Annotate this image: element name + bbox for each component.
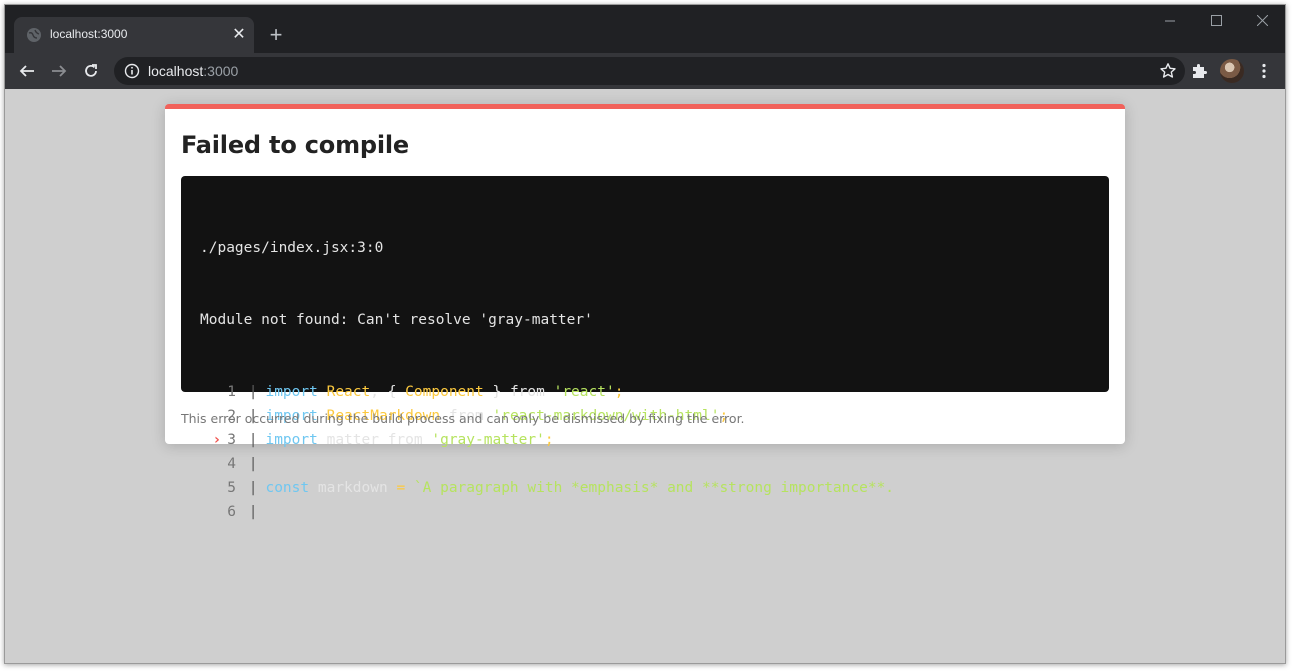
back-button[interactable] xyxy=(13,57,41,85)
profile-avatar[interactable] xyxy=(1220,59,1244,83)
gutter-separator: | xyxy=(240,456,258,472)
close-icon xyxy=(1256,14,1268,26)
gutter-separator: | xyxy=(240,384,258,400)
error-message: Module not found: Can't resolve 'gray-ma… xyxy=(200,312,593,328)
code-token: const xyxy=(265,480,310,496)
menu-button[interactable] xyxy=(1250,57,1278,85)
line-number: 5 xyxy=(200,476,240,500)
line-number: 6 xyxy=(200,500,240,524)
bookmark-star-icon[interactable] xyxy=(1159,62,1177,80)
forward-button[interactable] xyxy=(45,57,73,85)
globe-icon xyxy=(27,28,41,42)
line-number: 1 xyxy=(200,380,240,404)
gutter-separator: | xyxy=(240,480,258,496)
code-line: › 3 | import matter from 'gray-matter'; xyxy=(200,428,1090,452)
code-line: 4 | xyxy=(200,452,1090,476)
close-window-button[interactable] xyxy=(1239,5,1285,35)
error-title: Failed to compile xyxy=(181,131,409,159)
tab-strip: localhost:3000 ✕ + xyxy=(5,5,1285,53)
code-line: 1 | import React, { Component } from 'rea… xyxy=(200,380,1090,404)
error-line-marker-icon: › xyxy=(212,432,222,448)
line-number-value: 3 xyxy=(227,432,236,448)
code-token: } from xyxy=(483,384,554,400)
code-token: 'gray-matter' xyxy=(431,432,545,448)
address-port: :3000 xyxy=(203,63,239,79)
error-file-path: ./pages/index.jsx:3:0 xyxy=(200,240,384,256)
info-icon[interactable] xyxy=(124,63,140,79)
minimize-icon xyxy=(1164,20,1175,21)
code-token: React xyxy=(326,384,371,400)
puzzle-piece-icon xyxy=(1193,64,1207,78)
code-token: `A paragraph with *emphasis* and **stron… xyxy=(413,480,895,496)
code-token: Component xyxy=(405,384,484,400)
code-token: ; xyxy=(544,432,554,448)
line-number: › 3 xyxy=(200,428,240,452)
window-controls xyxy=(1147,5,1285,35)
page-viewport: Failed to compile ./pages/index.jsx:3:0 … xyxy=(5,89,1285,663)
new-tab-button[interactable]: + xyxy=(262,22,290,50)
arrow-left-icon xyxy=(19,65,34,77)
tab-title: localhost:3000 xyxy=(50,27,128,41)
error-code-frame: ./pages/index.jsx:3:0 Module not found: … xyxy=(181,176,1109,520)
code-token: markdown xyxy=(309,480,397,496)
maximize-button[interactable] xyxy=(1193,5,1239,35)
tab-close-button[interactable]: ✕ xyxy=(230,26,248,44)
code-snippet: 1 | import React, { Component } from 'rea… xyxy=(200,380,1090,524)
minimize-button[interactable] xyxy=(1147,5,1193,35)
line-number-value: 4 xyxy=(227,456,236,472)
line-number-value: 5 xyxy=(227,480,236,496)
code-token: = xyxy=(396,480,406,496)
line-number-value: 6 xyxy=(227,504,236,520)
gutter-separator: | xyxy=(240,432,258,448)
address-bar[interactable]: localhost:3000 xyxy=(114,57,1185,85)
arrow-right-icon xyxy=(52,65,67,77)
code-token: import xyxy=(265,432,318,448)
code-token: matter from xyxy=(317,432,432,448)
extensions-button[interactable] xyxy=(1185,57,1213,85)
reload-button[interactable] xyxy=(77,57,105,85)
line-number: 4 xyxy=(200,452,240,476)
browser-toolbar: localhost:3000 xyxy=(5,53,1285,89)
address-text: localhost:3000 xyxy=(148,63,238,79)
gutter-separator: | xyxy=(240,504,258,520)
maximize-icon xyxy=(1210,14,1222,26)
error-footer-note: This error occurred during the build pro… xyxy=(181,411,745,426)
more-vertical-icon xyxy=(1262,63,1266,79)
code-token: 'react' xyxy=(553,384,615,400)
code-token: , { xyxy=(370,384,406,400)
code-token: import xyxy=(265,384,318,400)
browser-window: localhost:3000 ✕ + localhost:3000 Failed… xyxy=(4,4,1286,664)
code-token: ; xyxy=(614,384,624,400)
code-line: 6 | xyxy=(200,500,1090,524)
address-host: localhost xyxy=(148,63,204,79)
tab-localhost[interactable]: localhost:3000 ✕ xyxy=(14,17,254,53)
line-number-value: 1 xyxy=(227,384,236,400)
code-line: 5 | const markdown = `A paragraph with *e… xyxy=(200,476,1090,500)
reload-icon xyxy=(85,64,97,77)
error-overlay-card: Failed to compile ./pages/index.jsx:3:0 … xyxy=(165,104,1125,520)
